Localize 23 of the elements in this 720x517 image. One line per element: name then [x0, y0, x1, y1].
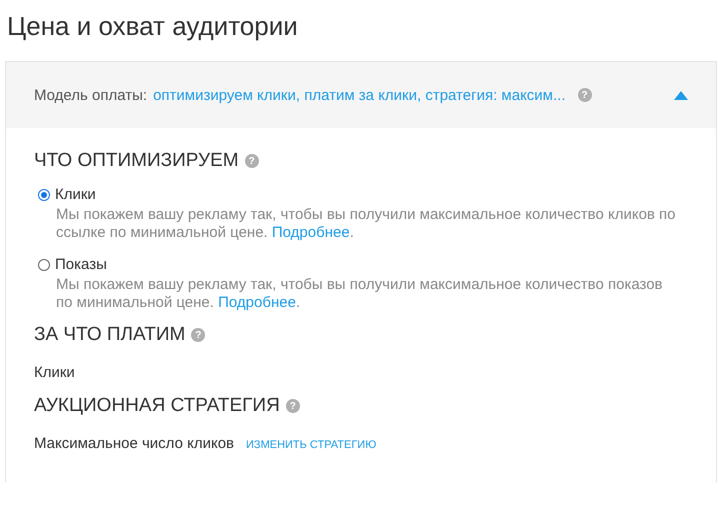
- option-description: Мы покажем вашу рекламу так, чтобы вы получили максимальное количество кликов по ссылке по минимальной цене. Подробнее.: [56, 206, 676, 242]
- help-icon[interactable]: ?: [286, 399, 300, 413]
- panel-header[interactable]: Модель оплаты: оптимизируем клики, платим за клики, стратегия: максим... ?: [6, 62, 716, 128]
- option-description: Мы покажем вашу рекламу так, чтобы вы получили максимальное количество показов по минимальной цене. Подробнее.: [56, 276, 664, 312]
- page-title: Цена и охват аудитории: [7, 10, 299, 43]
- more-link[interactable]: Подробнее: [218, 294, 296, 311]
- help-icon[interactable]: ?: [244, 154, 259, 168]
- collapse-icon[interactable]: [674, 90, 688, 100]
- section-value: Клики: [34, 364, 75, 381]
- section-heading: ЧТО ОПТИМИЗИРУЕМ: [34, 150, 239, 172]
- help-icon[interactable]: ?: [578, 88, 592, 102]
- more-link[interactable]: Подробнее: [272, 224, 350, 241]
- radio-button[interactable]: [38, 258, 50, 270]
- payment-model-summary[interactable]: оптимизируем клики, платим за клики, стратегия: максим...: [153, 86, 566, 104]
- payment-model-label: Модель оплаты:: [34, 86, 148, 104]
- help-icon[interactable]: ?: [191, 328, 206, 342]
- radio-option[interactable]: Клики: [34, 186, 688, 203]
- radio-button[interactable]: [38, 188, 50, 200]
- section-value: Максимальное число кликов: [34, 435, 234, 452]
- section-heading: ЗА ЧТО ПЛАТИМ: [34, 324, 186, 346]
- radio-option[interactable]: Показы: [34, 256, 688, 273]
- section-heading: АУКЦИОННАЯ СТРАТЕГИЯ: [34, 395, 280, 417]
- change-strategy-link[interactable]: ИЗМЕНИТЬ СТРАТЕГИЮ: [246, 439, 376, 451]
